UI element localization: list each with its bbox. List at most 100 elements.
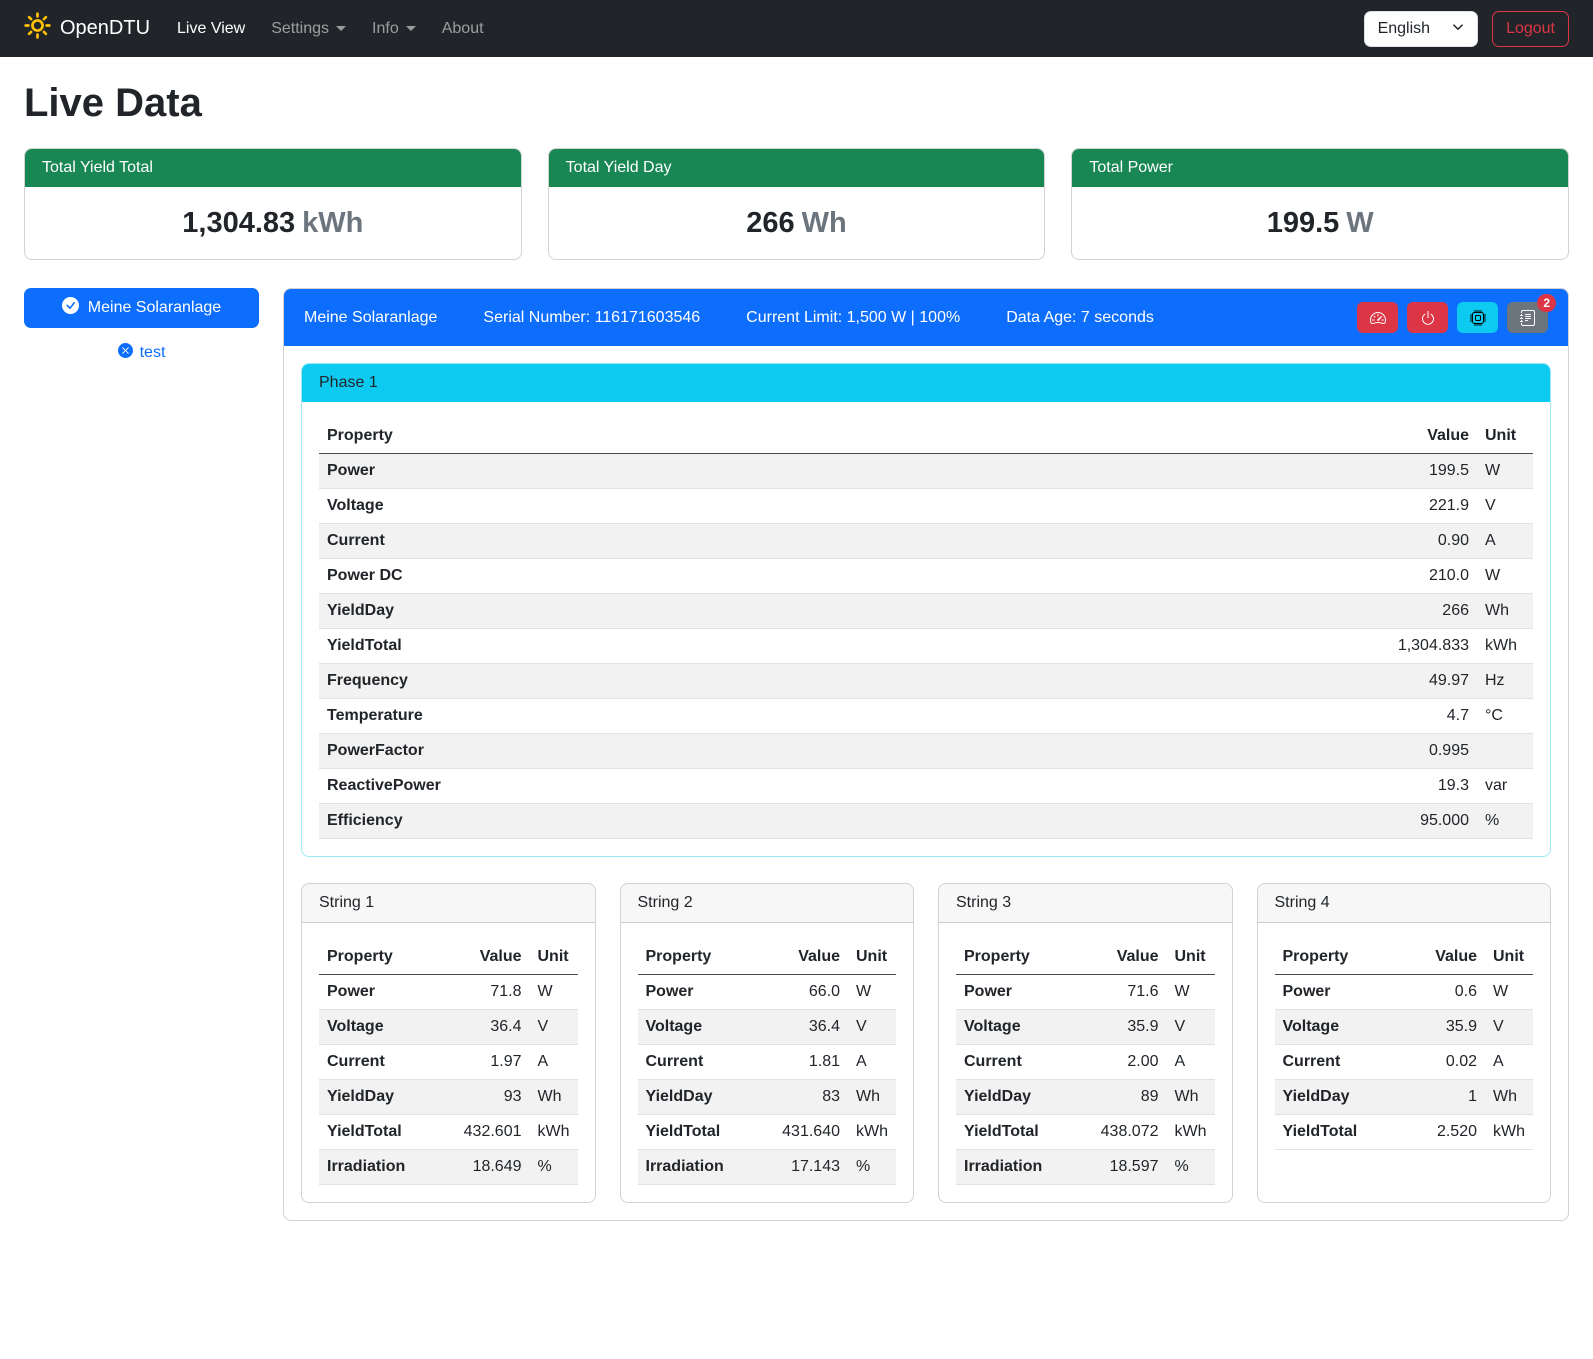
property-cell: YieldTotal bbox=[319, 629, 1012, 664]
col-unit: Unit bbox=[1477, 419, 1533, 454]
value-cell: 210.0 bbox=[1012, 559, 1477, 594]
property-cell: Efficiency bbox=[319, 804, 1012, 839]
unit-cell: A bbox=[1477, 524, 1533, 559]
col-property: Property bbox=[319, 940, 437, 975]
inverter-link-test[interactable]: test bbox=[24, 343, 259, 363]
current-limit: Current Limit: 1,500 W | 100% bbox=[746, 309, 960, 327]
table-row: Current1.81A bbox=[638, 1045, 897, 1080]
logout-button[interactable]: Logout bbox=[1492, 11, 1569, 47]
inverter-sidebar: Meine Solaranlage test bbox=[24, 288, 259, 363]
property-cell: Power bbox=[638, 975, 756, 1010]
property-cell: YieldTotal bbox=[1275, 1115, 1404, 1150]
string-title: String 3 bbox=[939, 884, 1232, 923]
string-4-card: String 4 Property Value Unit bbox=[1257, 883, 1552, 1203]
nav-links: Live View Settings Info About bbox=[164, 12, 497, 46]
power-button[interactable] bbox=[1407, 302, 1448, 333]
value-cell: 432.601 bbox=[437, 1115, 529, 1150]
string-1-table: Property Value Unit Power71.8WVoltage36.… bbox=[319, 940, 578, 1185]
property-cell: Current bbox=[1275, 1045, 1404, 1080]
inverter-panel: Meine Solaranlage Serial Number: 1161716… bbox=[283, 288, 1569, 1221]
total-yield-day-card: Total Yield Day 266Wh bbox=[548, 148, 1046, 260]
value-cell: 83 bbox=[756, 1080, 848, 1115]
journal-icon bbox=[1520, 310, 1536, 326]
table-row: YieldDay266Wh bbox=[319, 594, 1533, 629]
navbar-right: English Logout bbox=[1364, 11, 1569, 47]
page-title: Live Data bbox=[24, 81, 1569, 126]
property-cell: Irradiation bbox=[319, 1150, 437, 1185]
chevron-down-icon bbox=[1452, 20, 1464, 38]
card-unit: Wh bbox=[802, 207, 847, 239]
cpu-icon bbox=[1470, 310, 1486, 326]
value-cell: 438.072 bbox=[1074, 1115, 1166, 1150]
value-cell: 18.597 bbox=[1074, 1150, 1166, 1185]
unit-cell: Wh bbox=[1477, 594, 1533, 629]
property-cell: Current bbox=[319, 1045, 437, 1080]
unit-cell: kWh bbox=[848, 1115, 896, 1150]
property-cell: Power bbox=[956, 975, 1074, 1010]
language-selected-value: English bbox=[1378, 20, 1430, 38]
nav-settings[interactable]: Settings bbox=[258, 12, 359, 46]
unit-cell: W bbox=[1477, 454, 1533, 489]
string-2-table: Property Value Unit Power66.0WVoltage36.… bbox=[638, 940, 897, 1185]
total-yield-total-card: Total Yield Total 1,304.83kWh bbox=[24, 148, 522, 260]
limit-settings-button[interactable] bbox=[1357, 302, 1398, 333]
language-select[interactable]: English bbox=[1364, 11, 1478, 47]
table-row: YieldTotal1,304.833kWh bbox=[319, 629, 1533, 664]
unit-cell: kWh bbox=[530, 1115, 578, 1150]
property-cell: Power bbox=[1275, 975, 1404, 1010]
table-row: Irradiation17.143% bbox=[638, 1150, 897, 1185]
table-row: Power199.5W bbox=[319, 454, 1533, 489]
unit-cell: V bbox=[1477, 489, 1533, 524]
table-row: YieldDay93Wh bbox=[319, 1080, 578, 1115]
value-cell: 4.7 bbox=[1012, 699, 1477, 734]
unit-cell: % bbox=[848, 1150, 896, 1185]
chevron-down-icon bbox=[336, 26, 346, 31]
unit-cell: V bbox=[1485, 1010, 1533, 1045]
serial-number: Serial Number: 116171603546 bbox=[483, 309, 700, 327]
value-cell: 0.90 bbox=[1012, 524, 1477, 559]
brand[interactable]: OpenDTU bbox=[24, 12, 150, 45]
table-row: YieldTotal432.601kWh bbox=[319, 1115, 578, 1150]
col-value: Value bbox=[1074, 940, 1166, 975]
string-title: String 2 bbox=[621, 884, 914, 923]
summary-cards: Total Yield Total 1,304.83kWh Total Yiel… bbox=[24, 148, 1569, 260]
restart-button[interactable] bbox=[1457, 302, 1498, 333]
nav-info-label: Info bbox=[372, 20, 399, 38]
unit-cell: W bbox=[1477, 559, 1533, 594]
value-cell: 1.97 bbox=[437, 1045, 529, 1080]
table-row: PowerFactor0.995 bbox=[319, 734, 1533, 769]
table-header-row: Property Value Unit bbox=[638, 940, 897, 975]
unit-cell: W bbox=[530, 975, 578, 1010]
unit-cell: % bbox=[530, 1150, 578, 1185]
event-count-badge: 2 bbox=[1537, 294, 1556, 312]
table-row: Efficiency95.000% bbox=[319, 804, 1533, 839]
inverter-panel-header: Meine Solaranlage Serial Number: 1161716… bbox=[284, 289, 1568, 346]
value-cell: 19.3 bbox=[1012, 769, 1477, 804]
value-cell: 93 bbox=[437, 1080, 529, 1115]
table-row: YieldDay83Wh bbox=[638, 1080, 897, 1115]
table-row: Voltage221.9V bbox=[319, 489, 1533, 524]
card-unit: kWh bbox=[302, 207, 363, 239]
inverter-link-label: test bbox=[140, 344, 166, 362]
table-row: YieldTotal2.520kWh bbox=[1275, 1115, 1534, 1150]
table-header-row: Property Value Unit bbox=[1275, 940, 1534, 975]
nav-about[interactable]: About bbox=[429, 12, 497, 46]
unit-cell: W bbox=[1485, 975, 1533, 1010]
nav-live-view[interactable]: Live View bbox=[164, 12, 258, 46]
value-cell: 0.02 bbox=[1403, 1045, 1485, 1080]
unit-cell: A bbox=[848, 1045, 896, 1080]
property-cell: Irradiation bbox=[956, 1150, 1074, 1185]
check-circle-icon bbox=[62, 297, 79, 319]
event-log-button[interactable]: 2 bbox=[1507, 302, 1548, 333]
card-body: 199.5W bbox=[1072, 187, 1568, 259]
nav-info[interactable]: Info bbox=[359, 12, 429, 46]
unit-cell: V bbox=[848, 1010, 896, 1045]
col-property: Property bbox=[1275, 940, 1404, 975]
inverter-button-meine-solaranlage[interactable]: Meine Solaranlage bbox=[24, 288, 259, 328]
value-cell: 71.8 bbox=[437, 975, 529, 1010]
value-cell: 0.995 bbox=[1012, 734, 1477, 769]
unit-cell: kWh bbox=[1477, 629, 1533, 664]
unit-cell: kWh bbox=[1485, 1115, 1533, 1150]
table-row: Power71.6W bbox=[956, 975, 1215, 1010]
property-cell: YieldTotal bbox=[638, 1115, 756, 1150]
